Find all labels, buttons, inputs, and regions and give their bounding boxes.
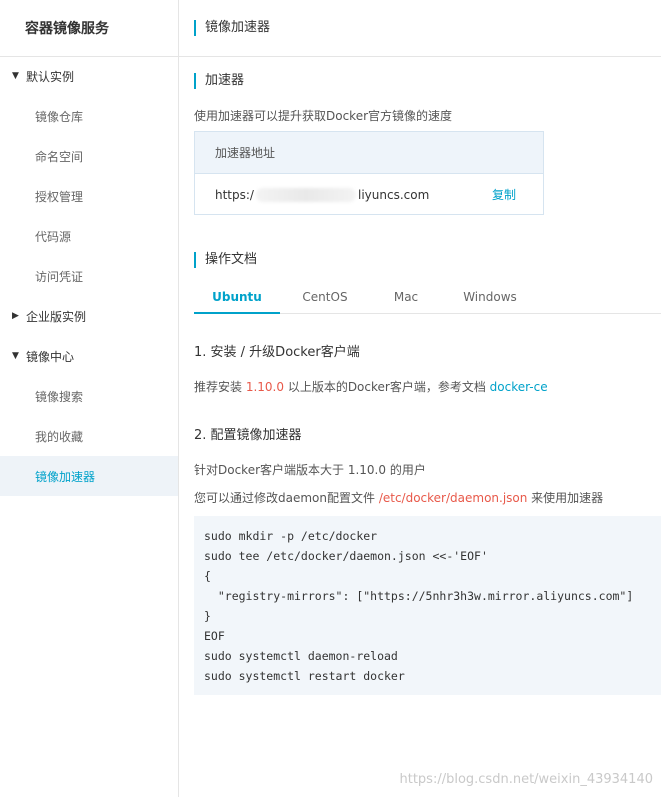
caret-down-icon: ▼	[12, 351, 19, 361]
step2-title: 2. 配置镜像加速器	[194, 428, 302, 443]
accelerator-section-title: 加速器	[194, 73, 244, 89]
accelerator-description: 使用加速器可以提升获取Docker官方镜像的速度	[194, 109, 453, 123]
sidebar-item-default-instance[interactable]: ▼ 默认实例	[0, 56, 178, 96]
sidebar-item-image-search[interactable]: 镜像搜索	[0, 376, 178, 416]
step2-line2-after: 来使用加速器	[527, 491, 604, 505]
copy-button[interactable]: 复制	[492, 186, 516, 203]
sidebar-item-favorites[interactable]: 我的收藏	[0, 416, 178, 456]
caret-right-icon: ▶	[12, 311, 19, 321]
sidebar-item-label: 我的收藏	[35, 429, 84, 444]
step1-text-after: 以上版本的Docker客户端，参考文档	[284, 380, 490, 394]
sidebar-item-label: 命名空间	[35, 149, 84, 164]
sidebar-item-image-accelerator[interactable]: 镜像加速器	[0, 456, 178, 496]
accelerator-table-header: 加速器地址	[195, 132, 543, 174]
sidebar: 容器镜像服务 ▼ 默认实例 镜像仓库 命名空间 授权管理 代码源 访问凭证 ▶ …	[0, 0, 179, 797]
sidebar-title: 容器镜像服务	[0, 0, 178, 57]
accelerator-url-suffix: liyuncs.com	[357, 187, 430, 202]
sidebar-item-code-source[interactable]: 代码源	[0, 216, 178, 256]
code-line: sudo mkdir -p /etc/docker	[204, 529, 378, 543]
sidebar-item-label: 镜像加速器	[35, 469, 96, 484]
sidebar-item-label: 镜像仓库	[35, 109, 84, 124]
page-header: 镜像加速器	[179, 0, 661, 57]
code-line: "registry-mirrors": ["https://5nhr3h3w.m…	[204, 589, 634, 603]
redacted-blur	[255, 187, 356, 202]
accelerator-url-prefix: https:/	[215, 187, 254, 202]
code-line: {	[204, 569, 211, 583]
sidebar-item-label: 镜像搜索	[35, 389, 84, 404]
code-line: }	[204, 609, 211, 623]
tab-centos[interactable]: CentOS	[288, 290, 362, 314]
code-line: sudo systemctl daemon-reload	[204, 649, 398, 663]
accelerator-table: 加速器地址 https:/ liyuncs.com 复制	[194, 131, 544, 215]
sidebar-item-label: 授权管理	[35, 189, 84, 204]
sidebar-item-authorization[interactable]: 授权管理	[0, 176, 178, 216]
version-highlight: 1.10.0	[245, 380, 284, 394]
sidebar-item-label: 镜像中心	[26, 349, 75, 364]
sidebar-item-label: 默认实例	[26, 69, 75, 84]
os-tabs: Ubuntu CentOS Mac Windows	[194, 290, 661, 314]
caret-down-icon: ▼	[12, 71, 19, 81]
sidebar-item-label: 访问凭证	[35, 269, 84, 284]
page-title: 镜像加速器	[194, 20, 270, 36]
code-line: sudo systemctl restart docker	[204, 669, 405, 683]
sidebar-item-image-center[interactable]: ▼ 镜像中心	[0, 336, 178, 376]
step1-text: 推荐安装 1.10.0 以上版本的Docker客户端，参考文档 docker-c…	[194, 378, 548, 395]
accelerator-url: https:/ liyuncs.com	[215, 187, 430, 202]
accelerator-table-row: https:/ liyuncs.com 复制	[195, 174, 543, 215]
docs-section-title: 操作文档	[194, 252, 257, 268]
code-block[interactable]: sudo mkdir -p /etc/docker sudo tee /etc/…	[194, 516, 661, 695]
step2-line2-before: 您可以通过修改daemon配置文件	[194, 491, 379, 505]
tab-mac[interactable]: Mac	[380, 290, 432, 314]
step2-line1: 针对Docker客户端版本大于 1.10.0 的用户	[194, 463, 426, 477]
sidebar-item-label: 代码源	[35, 229, 72, 244]
step1-text-before: 推荐安装	[194, 380, 246, 394]
sidebar-item-enterprise-instance[interactable]: ▶ 企业版实例	[0, 296, 178, 336]
main-content: 镜像加速器 加速器 使用加速器可以提升获取Docker官方镜像的速度 加速器地址…	[179, 0, 661, 797]
watermark: https://blog.csdn.net/weixin_43934140	[399, 772, 653, 787]
tab-windows[interactable]: Windows	[452, 290, 528, 314]
code-line: EOF	[204, 629, 225, 643]
docker-ce-link[interactable]: docker-ce	[490, 380, 548, 394]
step1-title: 1. 安装 / 升级Docker客户端	[194, 345, 360, 360]
sidebar-item-credentials[interactable]: 访问凭证	[0, 256, 178, 296]
tab-ubuntu[interactable]: Ubuntu	[194, 290, 280, 314]
sidebar-item-repositories[interactable]: 镜像仓库	[0, 96, 178, 136]
sidebar-item-label: 企业版实例	[26, 309, 87, 324]
step2-line2: 您可以通过修改daemon配置文件 /etc/docker/daemon.jso…	[194, 489, 603, 506]
code-line: sudo tee /etc/docker/daemon.json <<-'EOF…	[204, 549, 488, 563]
sidebar-item-namespaces[interactable]: 命名空间	[0, 136, 178, 176]
daemon-json-path: /etc/docker/daemon.json	[378, 491, 528, 505]
